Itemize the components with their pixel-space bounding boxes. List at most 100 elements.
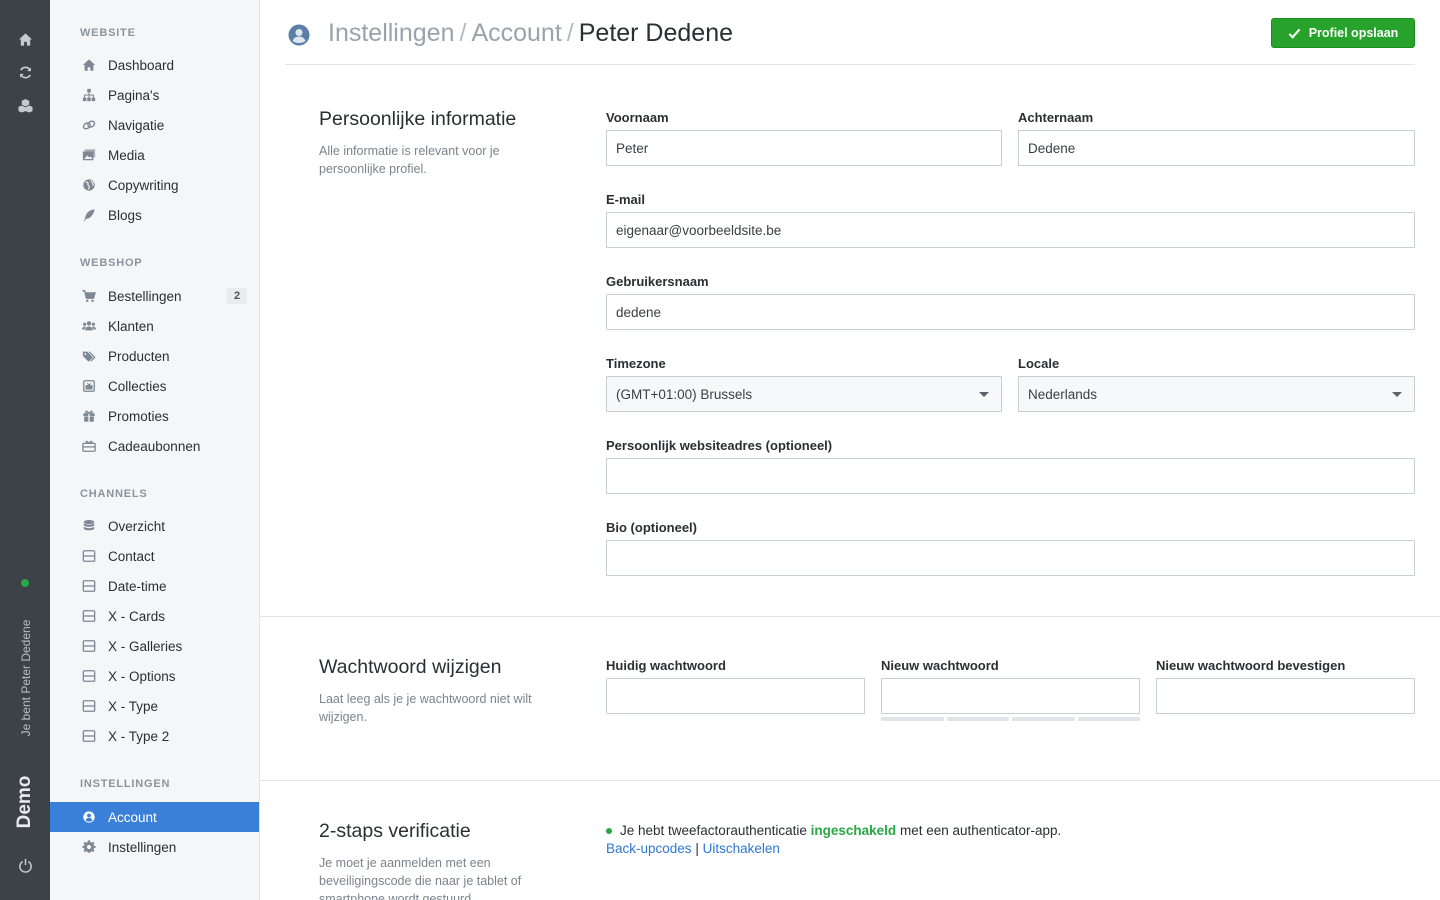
sidebar-item-dashboard[interactable]: Dashboard	[50, 50, 259, 80]
sidebar-item-copywriting[interactable]: Copywriting	[50, 170, 259, 200]
current-password-label: Huidig wachtwoord	[606, 658, 726, 673]
sidebar-item-label: X - Options	[108, 668, 176, 684]
sidebar-item-producten[interactable]: Producten	[50, 341, 259, 371]
refresh-icon[interactable]	[15, 62, 35, 82]
timezone-select[interactable]: (GMT+01:00) Brussels	[606, 376, 1002, 412]
feather-icon	[82, 208, 96, 222]
sidebar-item-contact[interactable]: Contact	[50, 541, 259, 571]
bio-label: Bio (optioneel)	[606, 520, 697, 535]
link-separator: |	[695, 841, 699, 856]
database-icon	[82, 519, 96, 533]
collection-icon	[82, 379, 96, 393]
sitemap-icon	[82, 88, 96, 102]
locale-select[interactable]: Nederlands	[1018, 376, 1415, 412]
gift-card-icon	[82, 439, 96, 453]
disable-2fa-link[interactable]: Uitschakelen	[703, 841, 780, 856]
sidebar-item-label: X - Type	[108, 698, 159, 714]
email-field[interactable]: eigenaar@voorbeeldsite.be	[606, 212, 1415, 248]
save-profile-button[interactable]: Profiel opslaan	[1271, 18, 1415, 48]
sidebar-item-date-time[interactable]: Date-time	[50, 571, 259, 601]
sidebar-item-promoties[interactable]: Promoties	[50, 401, 259, 431]
sidebar-item-label: Bestellingen	[108, 288, 182, 304]
new-password-input[interactable]	[881, 678, 1140, 714]
email-label: E-mail	[606, 192, 646, 207]
chevron-down-icon	[1392, 392, 1402, 397]
breadcrumb-current: Peter Dedene	[578, 19, 734, 47]
sidebar-item-label: Overzicht	[108, 518, 166, 534]
channel-icon	[82, 609, 96, 623]
section-divider	[260, 780, 1440, 781]
section-desc-personal: Alle informatie is relevant voor je pers…	[319, 144, 500, 176]
sidebar-item-account[interactable]: Account	[50, 802, 259, 832]
power-icon[interactable]	[15, 855, 35, 875]
section-desc-password: Laat leeg als je je wachtwoord niet wilt…	[319, 692, 532, 724]
sidebar-item-label: Contact	[108, 548, 155, 564]
sidebar-item-overzicht[interactable]: Overzicht	[50, 511, 259, 541]
sidebar-item-bestellingen[interactable]: Bestellingen 2	[50, 281, 259, 311]
sidebar-item-blogs[interactable]: Blogs	[50, 200, 259, 230]
sidebar-item-x-type[interactable]: X - Type	[50, 691, 259, 721]
breadcrumb: Instellingen / Account / Peter Dedene	[328, 19, 733, 48]
sidebar-item-cadeaubonnen[interactable]: Cadeaubonnen	[50, 431, 259, 461]
channel-icon	[82, 729, 96, 743]
home-icon[interactable]	[15, 29, 35, 49]
sidebar-item-label: Dashboard	[108, 57, 175, 73]
section-title-personal: Persoonlijke informatie	[319, 108, 517, 130]
sidebar-item-x-cards[interactable]: X - Cards	[50, 601, 259, 631]
website-input[interactable]	[606, 458, 1415, 494]
gear-icon	[82, 840, 96, 854]
images-icon	[82, 148, 96, 162]
cart-icon	[82, 289, 96, 303]
bio-input[interactable]	[606, 540, 1415, 576]
sidebar-item-x-galleries[interactable]: X - Galleries	[50, 631, 259, 661]
sidebar-item-label: X - Type 2	[108, 728, 170, 744]
first-name-input[interactable]: Peter	[606, 130, 1002, 166]
sidebar-item-label: Pagina's	[108, 87, 160, 103]
locale-label: Locale	[1018, 356, 1060, 371]
sidebar-item-navigatie[interactable]: Navigatie	[50, 110, 259, 140]
2fa-status-suffix: met een authenticator-app.	[899, 823, 1062, 838]
sidebar-item-paginas[interactable]: Pagina's	[50, 80, 259, 110]
sidebar-item-label: Instellingen	[108, 839, 177, 855]
breadcrumb-instellingen[interactable]: Instellingen	[328, 19, 454, 47]
backup-codes-link[interactable]: Back-upcodes	[606, 841, 692, 856]
home-icon	[82, 58, 96, 72]
timezone-label: Timezone	[606, 356, 666, 371]
sidebar-item-label: X - Cards	[108, 608, 166, 624]
sidebar-item-label: Account	[108, 809, 157, 825]
locale-value: Nederlands	[1028, 386, 1098, 402]
breadcrumb-account[interactable]: Account	[471, 19, 561, 47]
first-name-label: Voornaam	[606, 110, 669, 125]
confirm-password-label: Nieuw wachtwoord bevestigen	[1156, 658, 1346, 673]
last-name-input[interactable]: Dedene	[1018, 130, 1415, 166]
current-password-input[interactable]	[606, 678, 865, 714]
chevron-down-icon	[979, 392, 989, 397]
sidebar-item-label: X - Galleries	[108, 638, 183, 654]
main-content: Instellingen / Account / Peter Dedene Profie…	[260, 0, 1440, 900]
sidebar-item-media[interactable]: Media	[50, 140, 259, 170]
status-dot	[606, 827, 612, 834]
2fa-status-enabled: ingeschakeld	[810, 823, 897, 838]
sidebar-item-label: Collecties	[108, 378, 167, 394]
section-desc-2fa: Je moet je aanmelden met een beveiliging…	[319, 856, 522, 900]
channel-icon	[82, 669, 96, 683]
sidebar-item-klanten[interactable]: Klanten	[50, 311, 259, 341]
confirm-password-input[interactable]	[1156, 678, 1415, 714]
brand-name[interactable]: Demo	[14, 776, 36, 829]
sidebar-item-collecties[interactable]: Collecties	[50, 371, 259, 401]
current-user-label: Je bent Peter Dedene	[19, 619, 33, 737]
username-input[interactable]: dedene	[606, 294, 1415, 330]
strength-segment	[1077, 717, 1140, 721]
sidebar-item-instellingen[interactable]: Instellingen	[50, 832, 259, 862]
sidebar-nav: WEBSITE Dashboard Pagina's Navigatie Med…	[50, 0, 260, 900]
sidebar-item-x-type-2[interactable]: X - Type 2	[50, 721, 259, 751]
sidebar-item-label: Media	[108, 147, 145, 163]
sidebar-item-label: Cadeaubonnen	[108, 438, 201, 454]
sidebar-item-x-options[interactable]: X - Options	[50, 661, 259, 691]
checkmark-icon	[1288, 28, 1301, 39]
channel-icon	[82, 699, 96, 713]
online-status-dot	[21, 579, 29, 587]
sidebar-heading-instellingen: INSTELLINGEN	[80, 778, 171, 790]
link-icon	[82, 118, 96, 132]
cubes-icon[interactable]	[15, 95, 35, 115]
